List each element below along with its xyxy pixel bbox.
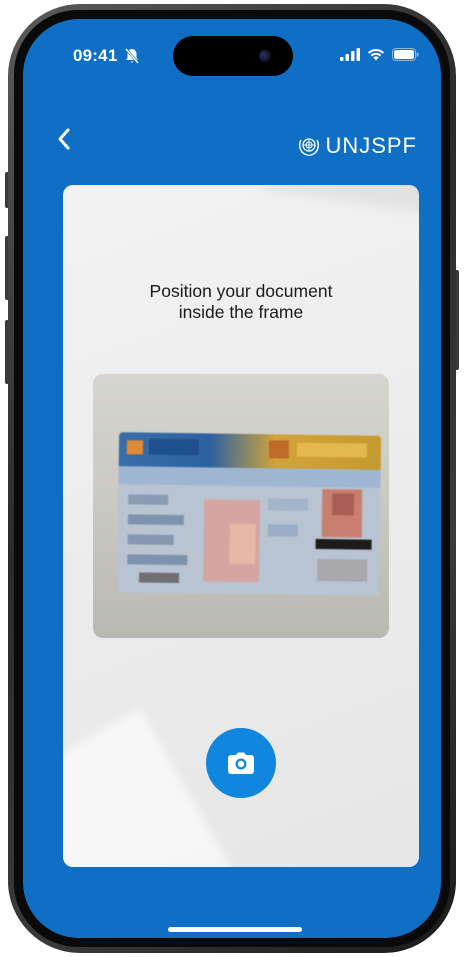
instruction-line-1: Position your document xyxy=(149,281,333,301)
id-pixel-block xyxy=(229,523,256,565)
home-indicator[interactable] xyxy=(168,927,302,932)
id-pixel-block xyxy=(139,572,180,584)
battery-icon xyxy=(392,48,419,61)
blurred-id-document xyxy=(116,432,382,596)
id-pixel-block xyxy=(127,514,184,526)
app-screen: 09:41 UNJSPF Position your document insi… xyxy=(23,19,441,938)
id-pixel-block xyxy=(315,538,372,550)
id-pixel-block xyxy=(267,524,298,537)
card-shadow xyxy=(261,185,419,221)
dynamic-island xyxy=(173,36,293,76)
brand-text: UNJSPF xyxy=(325,133,417,158)
instruction-line-2: inside the frame xyxy=(178,302,304,322)
bell-off-icon xyxy=(125,48,139,64)
wifi-icon xyxy=(368,48,384,61)
id-pixel-block xyxy=(126,440,144,455)
signal-icon xyxy=(340,48,360,61)
id-pixel-block xyxy=(268,440,290,459)
id-pixel-block xyxy=(317,558,368,582)
id-photo-block xyxy=(331,493,355,516)
id-card-sub-band xyxy=(118,466,381,488)
id-pixel-block xyxy=(127,554,188,566)
id-pixel-block xyxy=(148,438,200,456)
un-emblem-icon xyxy=(299,138,320,157)
document-frame xyxy=(93,374,389,638)
status-icons xyxy=(340,48,419,61)
brand-logo: UNJSPF xyxy=(297,133,417,159)
capture-button[interactable] xyxy=(206,728,276,798)
back-button[interactable] xyxy=(51,124,77,154)
id-pixel-block xyxy=(296,442,367,458)
scanner-card: Position your document inside the frame xyxy=(63,185,419,867)
card-highlight xyxy=(63,708,240,867)
status-time: 09:41 xyxy=(73,46,118,65)
id-pixel-block xyxy=(127,534,174,545)
front-camera xyxy=(259,50,271,62)
id-pixel-block xyxy=(128,494,169,505)
chevron-left-icon xyxy=(58,128,70,150)
scan-instruction: Position your document inside the frame xyxy=(63,281,419,323)
id-pixel-block xyxy=(268,498,309,511)
camera-icon xyxy=(228,752,254,774)
